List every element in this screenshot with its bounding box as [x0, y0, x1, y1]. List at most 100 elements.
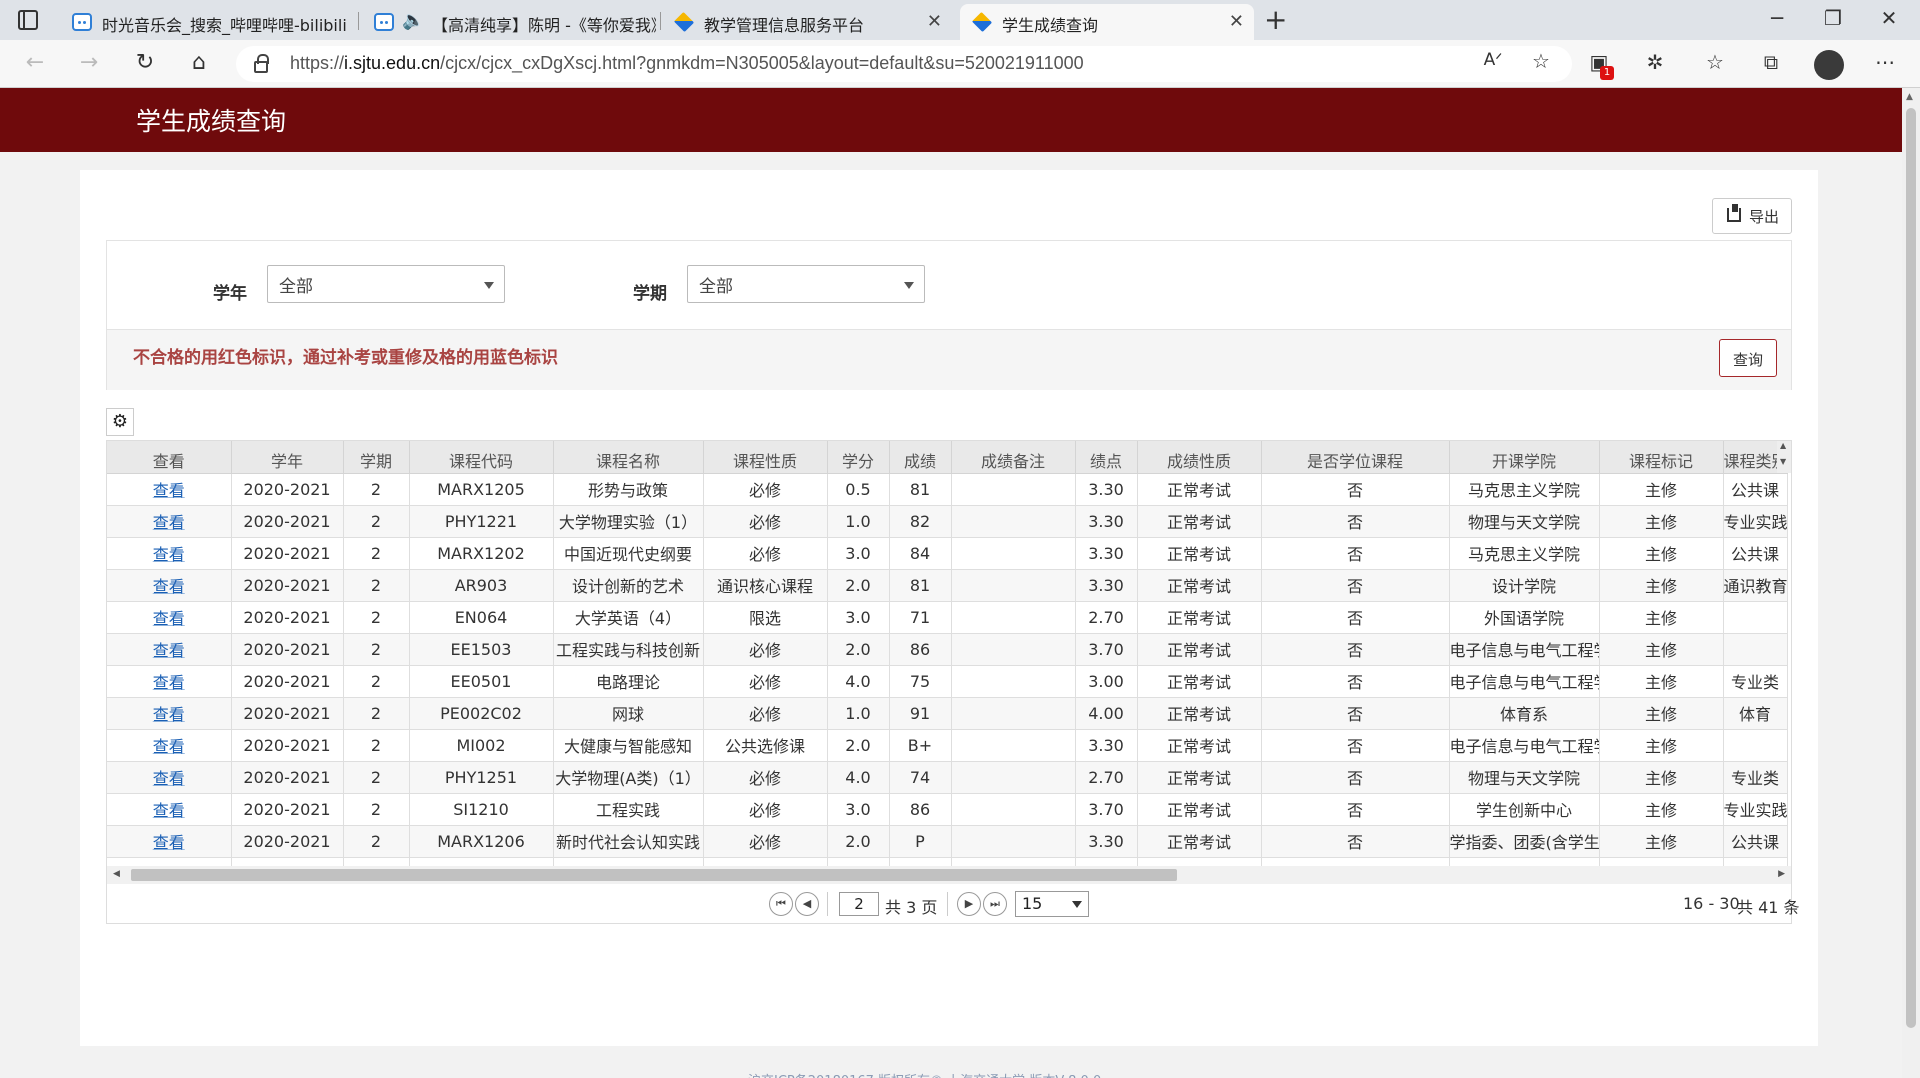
view-link[interactable]: 查看 — [107, 633, 232, 666]
view-link[interactable]: 查看 — [107, 825, 232, 858]
refresh-icon[interactable]: ↻ — [130, 50, 160, 75]
gear-icon[interactable]: ⚙ — [106, 408, 134, 436]
table-row[interactable]: 查看 2020-2021 2 AR903 设计创新的艺术 通识核心课程 2.0 81 3.30 正… — [107, 569, 1788, 602]
table-cell: MI002 — [409, 729, 554, 762]
scroll-left-icon[interactable]: ◀ — [113, 869, 120, 879]
view-link[interactable]: 查看 — [107, 729, 232, 762]
tab-bilibili-search[interactable]: 时光音乐会_搜索_哔哩哔哩-bilibili — [60, 4, 354, 40]
scrollbar-thumb[interactable] — [1906, 108, 1916, 1028]
table-row[interactable]: 查看 2020-2021 2 PHY1251 大学物理(A类)（1） 必修 4.0 74 2.7… — [107, 761, 1788, 794]
favorites-icon[interactable]: ☆ — [1700, 50, 1730, 74]
column-header[interactable]: 成绩备注 — [951, 441, 1076, 474]
table-row[interactable]: 查看 2020-2021 2 MI002 大健康与智能感知 公共选修课 2.0 B+ 3.30 正… — [107, 729, 1788, 762]
table-row[interactable]: 查看 2020-2021 2 EE1503 工程实践与科技创新 必修 2.0 86 3.70 正常… — [107, 633, 1788, 666]
table-horizontal-scrollbar[interactable]: ◀ ▶ — [106, 866, 1792, 884]
page-number-input[interactable]: 2 — [839, 892, 879, 916]
sjtu-icon — [971, 11, 993, 33]
view-link[interactable]: 查看 — [107, 697, 232, 730]
favorite-add-icon[interactable]: ☆ — [1526, 49, 1556, 73]
view-link[interactable]: 查看 — [107, 473, 232, 506]
column-header[interactable]: 学期 — [343, 441, 410, 474]
table-row[interactable]: 查看 2020-2021 2 MARX1202 中国近现代史纲要 必修 3.0 84 3.30 正… — [107, 537, 1788, 570]
prev-page-icon[interactable]: ◀ — [795, 892, 819, 916]
tab-grade-query[interactable]: 学生成绩查询 ✕ — [960, 4, 1254, 40]
more-menu-icon[interactable]: ⋯ — [1870, 50, 1900, 74]
grades-table: 查看 学年 学期 课程代码 课程名称 课程性质 学分 成绩 成绩备注 绩点 成绩性质 是否学位课程 开课… — [106, 440, 1792, 884]
scrollbar-thumb[interactable] — [131, 869, 1177, 881]
table-row[interactable]: 查看 2020-2021 2 EE0501 电路理论 必修 4.0 75 3.00 正常考试否电子… — [107, 665, 1788, 698]
table-row[interactable]: 查看 2020-2021 2 PE002C02 网球 必修 1.0 91 4.00 正常考试否体育… — [107, 697, 1788, 730]
table-cell — [951, 825, 1076, 858]
table-cell: 2 — [343, 633, 410, 666]
tab-actions-icon[interactable] — [18, 10, 38, 30]
table-cell: MARX1202 — [409, 537, 554, 570]
table-cell: 3.0 — [827, 537, 890, 570]
extensions-puzzle-icon[interactable]: ✲ — [1640, 50, 1670, 74]
view-link[interactable]: 查看 — [107, 665, 232, 698]
column-header[interactable]: 是否学位课程 — [1261, 441, 1450, 474]
column-header[interactable]: 查看 — [107, 441, 232, 474]
first-page-icon[interactable]: ⏮ — [769, 892, 793, 916]
last-page-icon[interactable]: ⏭ — [983, 892, 1007, 916]
scroll-right-icon[interactable]: ▶ — [1778, 869, 1785, 879]
view-link[interactable]: 查看 — [107, 505, 232, 538]
column-header[interactable]: 课程名称 — [553, 441, 704, 474]
view-link[interactable]: 查看 — [107, 793, 232, 826]
table-scroll-arrows[interactable] — [1777, 441, 1791, 473]
table-cell: MARX1206 — [409, 825, 554, 858]
year-select[interactable]: 全部 — [267, 265, 505, 303]
table-row[interactable]: 查看 2020-2021 2 PHY1221 大学物理实验（1） 必修 1.0 82 3.30 正… — [107, 505, 1788, 538]
close-window-icon[interactable]: ✕ — [1874, 6, 1904, 30]
column-header[interactable]: 成绩 — [889, 441, 952, 474]
maximize-icon[interactable]: ❐ — [1818, 6, 1848, 30]
table-row[interactable]: 查看 2020-2021 2 MARX1206 新时代社会认知实践 必修 2.0 P 3.30 正… — [107, 825, 1788, 858]
view-link[interactable]: 查看 — [107, 761, 232, 794]
close-icon[interactable]: ✕ — [1229, 11, 1244, 32]
minimize-icon[interactable]: ─ — [1762, 6, 1792, 30]
column-header[interactable]: 课程性质 — [703, 441, 828, 474]
tab-bilibili-video[interactable]: 🔈 【高清纯享】陈明 -《等你爱我》 — [362, 4, 656, 40]
next-page-icon[interactable]: ▶ — [957, 892, 981, 916]
url-text[interactable]: https://i.sjtu.edu.cn/cjcx/cjcx_cxDgXscj… — [290, 53, 1084, 74]
close-icon[interactable]: ✕ — [927, 11, 942, 32]
forward-icon[interactable]: → — [74, 50, 104, 75]
lock-icon[interactable] — [254, 54, 269, 73]
table-cell: 2020-2021 — [231, 537, 344, 570]
record-total: 共 41 条 — [1737, 898, 1800, 917]
table-cell: 2020-2021 — [231, 665, 344, 698]
view-link[interactable]: 查看 — [107, 569, 232, 602]
export-button[interactable]: 导出 — [1712, 198, 1792, 234]
tab-teaching-platform[interactable]: 教学管理信息服务平台 ✕ — [662, 4, 952, 40]
column-header[interactable]: 学年 — [231, 441, 344, 474]
back-icon[interactable]: ← — [20, 50, 50, 75]
page-size-select[interactable]: 15 — [1015, 891, 1089, 917]
table-cell: 正常考试 — [1137, 697, 1262, 730]
table-row[interactable]: 查看 2020-2021 2 EN064 大学英语（4） 限选 3.0 71 2.70 正常考试否… — [107, 601, 1788, 634]
column-header[interactable]: 绩点 — [1075, 441, 1138, 474]
table-row[interactable]: 查看 2020-2021 2 MARX1205 形势与政策 必修 0.5 81 3.30 正常考试… — [107, 473, 1788, 506]
scroll-up-icon[interactable]: ▲ — [1906, 92, 1913, 102]
speaker-icon[interactable]: 🔈 — [402, 10, 424, 31]
table-cell: 2020-2021 — [231, 697, 344, 730]
table-row[interactable]: 查看 2020-2021 2 SI1210 工程实践 必修 3.0 86 3.70 正常考试否学生… — [107, 793, 1788, 826]
collections-icon[interactable]: ⧉ — [1756, 50, 1786, 74]
view-link[interactable]: 查看 — [107, 537, 232, 570]
page-scrollbar[interactable]: ▲ — [1902, 88, 1920, 1078]
read-aloud-icon[interactable]: Aᐟ — [1478, 50, 1508, 70]
term-select[interactable]: 全部 — [687, 265, 925, 303]
sjtu-icon — [673, 11, 695, 33]
column-header[interactable]: 学分 — [827, 441, 890, 474]
column-header[interactable]: 课程代码 — [409, 441, 554, 474]
address-bar[interactable]: https://i.sjtu.edu.cn/cjcx/cjcx_cxDgXscj… — [236, 46, 1572, 82]
column-header[interactable]: 开课学院 — [1449, 441, 1600, 474]
profile-avatar[interactable] — [1814, 50, 1844, 80]
table-cell: P — [889, 825, 952, 858]
home-icon[interactable]: ⌂ — [184, 50, 214, 75]
new-tab-button[interactable]: + — [1264, 3, 1287, 36]
column-header[interactable]: 成绩性质 — [1137, 441, 1262, 474]
query-button[interactable]: 查询 — [1719, 339, 1777, 377]
view-link[interactable]: 查看 — [107, 601, 232, 634]
table-cell: 大学英语（4） — [553, 601, 704, 634]
column-header[interactable]: 课程标记 — [1599, 441, 1724, 474]
pager-separator — [827, 892, 828, 916]
